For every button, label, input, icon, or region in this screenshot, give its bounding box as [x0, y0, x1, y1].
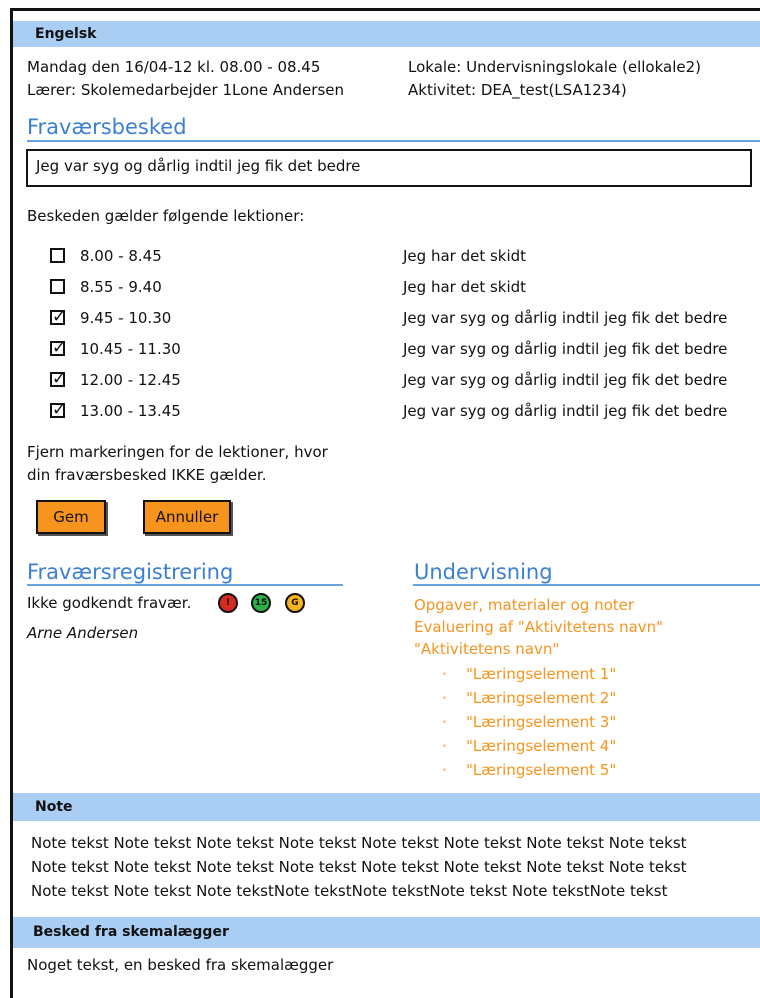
lesson-checkbox[interactable] [50, 248, 65, 263]
lesson-time: 13.00 - 13.45 [80, 402, 181, 420]
save-button[interactable]: Gem [36, 500, 106, 534]
teaching-link[interactable]: "Aktivitetens navn" [414, 640, 559, 658]
teaching-link[interactable]: Opgaver, materialer og noter [414, 596, 634, 614]
minutes-badge-icon: 15 [251, 593, 271, 613]
bullet-icon: · [442, 713, 447, 731]
registration-divider [27, 584, 343, 586]
scheduler-message: Noget tekst, en besked fra skemalægger [27, 956, 334, 974]
learning-element-link[interactable]: "Læringselement 4" [466, 737, 616, 755]
hint-text-2: din fraværsbesked IKKE gælder. [27, 466, 267, 484]
note-line: Note tekst Note tekst Note tekst Note te… [31, 858, 687, 876]
registration-heading: Fraværsregistrering [27, 560, 234, 584]
scheduler-title: Besked fra skemalægger [33, 924, 229, 940]
learning-element-link[interactable]: "Læringselement 2" [466, 689, 616, 707]
teaching-heading: Undervisning [414, 560, 553, 584]
lesson-time: 8.55 - 9.40 [80, 278, 162, 296]
lesson-checkbox[interactable] [50, 279, 65, 294]
absence-message-heading: Fraværsbesked [27, 115, 187, 139]
lesson-time: 12.00 - 12.45 [80, 371, 181, 389]
lesson-checkbox[interactable]: ✓ [50, 340, 66, 357]
bullet-icon: · [442, 665, 447, 683]
subject-title-bar: Engelsk [13, 21, 760, 47]
lesson-message: Jeg var syg og dårlig indtil jeg fik det… [403, 371, 728, 389]
lesson-time: 8.00 - 8.45 [80, 247, 162, 265]
lesson-checkbox[interactable]: ✓ [50, 402, 66, 419]
bullet-icon: · [442, 689, 447, 707]
absence-message-field[interactable]: Jeg var syg og dårlig indtil jeg fik det… [26, 149, 752, 187]
lessons-intro: Beskeden gælder følgende lektioner: [27, 207, 305, 225]
approval-badge-icon: G [285, 593, 305, 613]
lesson-checkbox[interactable]: ✓ [50, 309, 66, 326]
learning-element-link[interactable]: "Læringselement 3" [466, 713, 616, 731]
room-info: Lokale: Undervisningslokale (ellokale2) [408, 58, 702, 76]
teaching-divider [413, 584, 760, 586]
lesson-message: Jeg har det skidt [403, 278, 527, 296]
learning-element-link[interactable]: "Læringselement 1" [466, 665, 616, 683]
subject-title: Engelsk [35, 26, 97, 42]
lesson-checkbox[interactable]: ✓ [50, 371, 66, 388]
note-bar: Note [13, 793, 760, 821]
hint-text: Fjern markeringen for de lektioner, hvor [27, 443, 328, 461]
teacher-info: Lærer: Skolemedarbejder 1Lone Andersen [27, 81, 344, 99]
cancel-button[interactable]: Annuller [143, 500, 231, 534]
lesson-message: Jeg har det skidt [403, 247, 527, 265]
alert-badge-icon: ! [218, 593, 238, 613]
note-title: Note [35, 799, 73, 815]
activity-info: Aktivitet: DEA_test(LSA1234) [408, 81, 627, 99]
bullet-icon: · [442, 761, 447, 779]
lesson-message: Jeg var syg og dårlig indtil jeg fik det… [403, 340, 728, 358]
absence-status: Ikke godkendt fravær. [27, 594, 192, 612]
learning-element-link[interactable]: "Læringselement 5" [466, 761, 616, 779]
lesson-time: 10.45 - 11.30 [80, 340, 181, 358]
heading-divider [27, 140, 760, 142]
note-line: Note tekst Note tekst Note tekstNote tek… [31, 882, 668, 900]
student-name: Arne Andersen [27, 624, 139, 642]
teaching-link[interactable]: Evaluering af "Aktivitetens navn" [414, 618, 663, 636]
scheduler-bar: Besked fra skemalægger [13, 917, 760, 948]
lesson-message: Jeg var syg og dårlig indtil jeg fik det… [403, 402, 728, 420]
lesson-message: Jeg var syg og dårlig indtil jeg fik det… [403, 309, 728, 327]
lesson-date: Mandag den 16/04-12 kl. 08.00 - 08.45 [27, 58, 321, 76]
bullet-icon: · [442, 737, 447, 755]
lesson-time: 9.45 - 10.30 [80, 309, 172, 327]
note-line: Note tekst Note tekst Note tekst Note te… [31, 834, 687, 852]
